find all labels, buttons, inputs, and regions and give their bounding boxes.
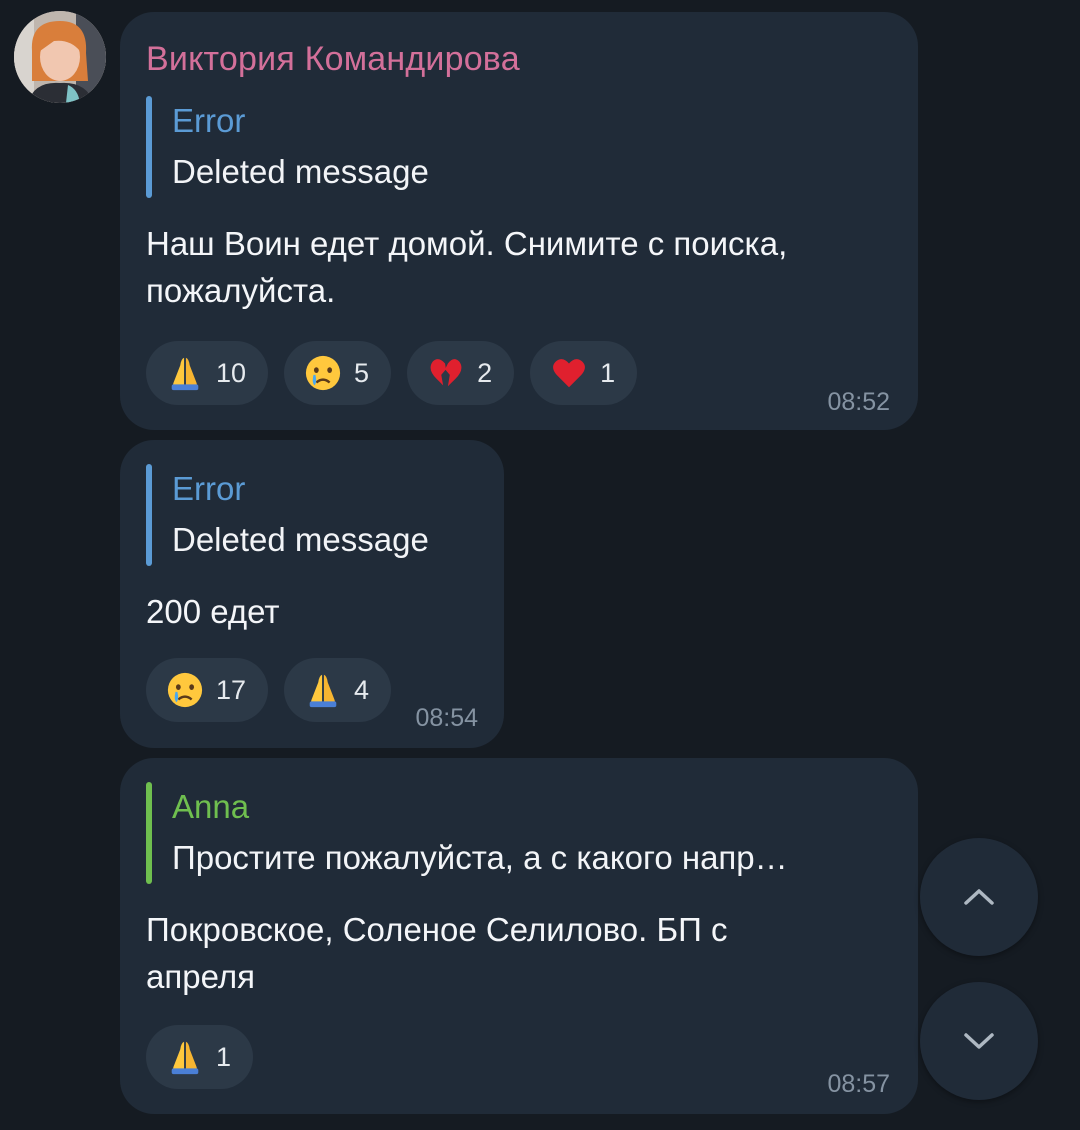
reaction-crying-face[interactable]: 17 [146, 658, 269, 722]
reaction-crying-face[interactable]: 5 [284, 341, 392, 405]
scroll-down-button[interactable] [920, 982, 1038, 1100]
reaction-count: 17 [216, 674, 247, 705]
sender-name[interactable]: Виктория Командирова [146, 40, 520, 79]
reaction-count: 10 [216, 357, 247, 388]
reaction-broken-heart[interactable]: 2 [407, 341, 515, 405]
scroll-up-button[interactable] [920, 838, 1038, 956]
reaction-count: 2 [477, 357, 493, 388]
reaction-folded-hands[interactable]: 10 [146, 341, 269, 405]
message-time: 08:52 [827, 388, 890, 416]
message-line: пожалуйста. [146, 272, 336, 309]
message-time: 08:57 [827, 1070, 890, 1098]
message-text: Наш Воин едет домой. Снимите с поиска, п… [146, 220, 787, 314]
reaction-count: 1 [216, 1041, 232, 1072]
reply-text: Простите пожалуйста, а с какого напр… [172, 839, 788, 876]
reply-author: Error [172, 102, 246, 139]
crying-face-icon [305, 355, 341, 391]
message-text: 200 едет [146, 588, 279, 635]
folded-hands-icon [171, 1041, 199, 1075]
avatar-photo [14, 11, 106, 103]
reply-text: Deleted message [172, 153, 429, 190]
reaction-red-heart[interactable]: 1 [530, 341, 638, 405]
reaction-folded-hands[interactable]: 1 [146, 1025, 254, 1089]
reply-quote[interactable]: Error Deleted message [146, 464, 429, 566]
reply-author: Error [172, 470, 246, 507]
reply-quote[interactable]: Error Deleted message [146, 96, 429, 198]
message-line: Наш Воин едет домой. Снимите с поиска, [146, 225, 788, 262]
reaction-count: 4 [354, 674, 370, 705]
sender-avatar[interactable] [14, 11, 106, 103]
reaction-count: 1 [600, 357, 616, 388]
red-heart-icon [553, 359, 586, 388]
reactions-bar: 10 5 2 1 [146, 341, 638, 405]
chevron-up-icon [964, 889, 994, 905]
reaction-count: 5 [354, 357, 370, 388]
message-bubble-3[interactable]: Anna Простите пожалуйста, а с какого нап… [120, 758, 918, 1114]
chevron-down-icon [964, 1033, 994, 1049]
broken-heart-icon [430, 359, 462, 387]
message-bubble-1[interactable]: Виктория Командирова Error Deleted messa… [120, 12, 918, 430]
folded-hands-icon [309, 674, 337, 708]
folded-hands-icon [171, 357, 199, 391]
message-line: Покровское, Соленое Селилово. БП с [146, 911, 728, 948]
reactions-bar: 17 4 [146, 658, 392, 722]
reply-quote[interactable]: Anna Простите пожалуйста, а с какого нап… [146, 782, 788, 884]
message-line: апреля [146, 958, 255, 995]
message-text: Покровское, Соленое Селилово. БП с апрел… [146, 906, 728, 1000]
reaction-folded-hands[interactable]: 4 [284, 658, 392, 722]
crying-face-icon [167, 672, 203, 708]
reply-text: Deleted message [172, 521, 429, 558]
message-time: 08:54 [415, 704, 478, 732]
message-line: 200 едет [146, 593, 280, 630]
reactions-bar: 1 [146, 1025, 254, 1089]
message-bubble-2[interactable]: Error Deleted message 200 едет 17 4 08:5… [120, 440, 504, 748]
reply-author: Anna [172, 788, 250, 825]
